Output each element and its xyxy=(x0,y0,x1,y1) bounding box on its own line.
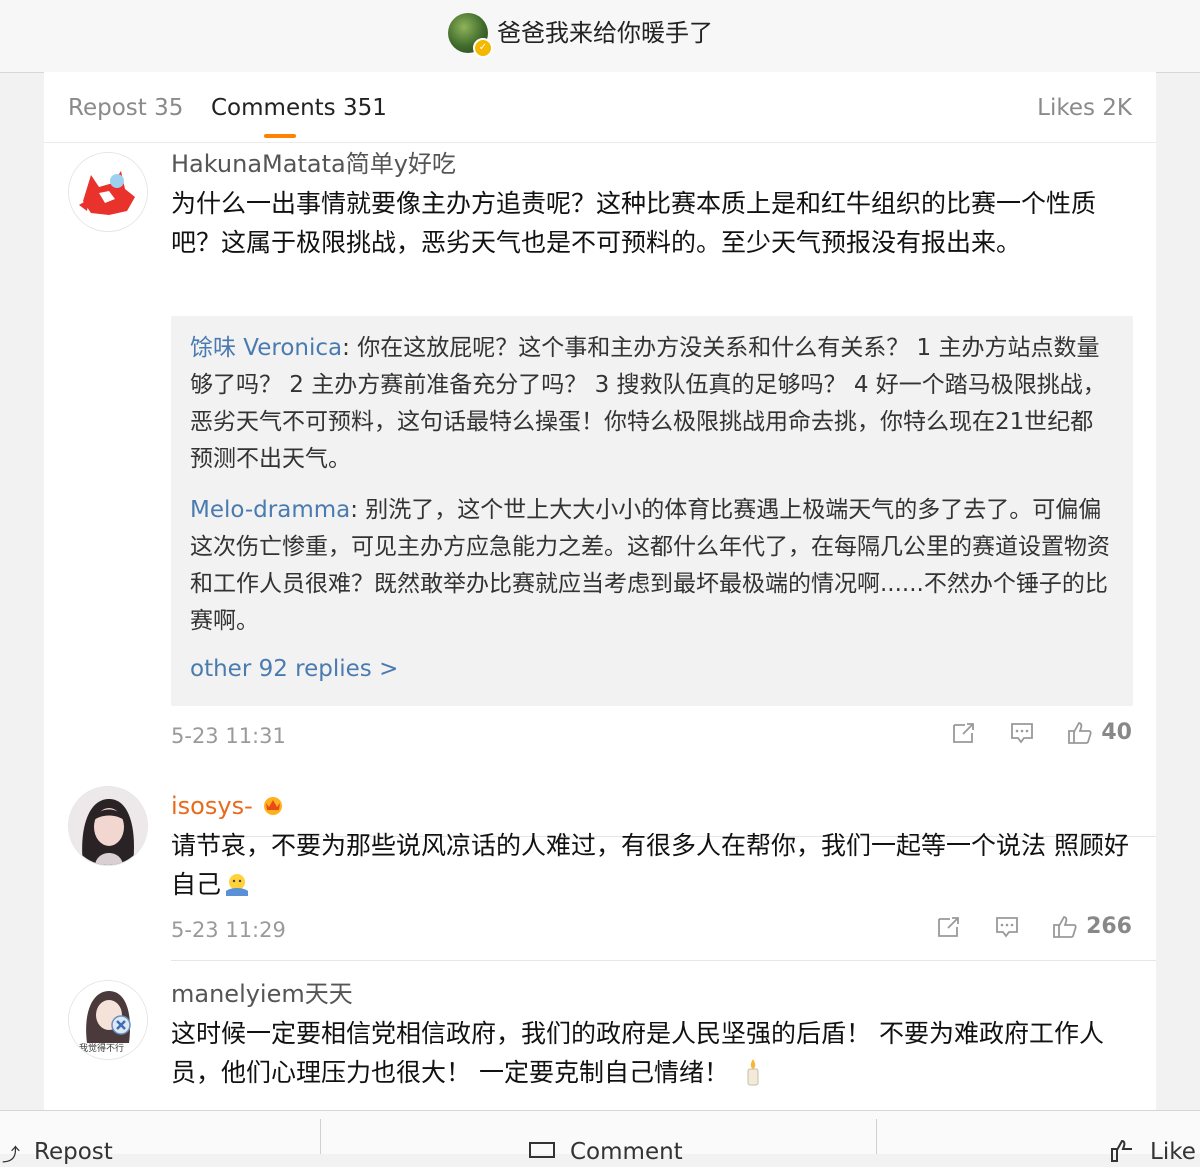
tab-repost[interactable]: Repost 35 xyxy=(68,92,183,124)
thumbs-up-icon[interactable] xyxy=(1110,1139,1138,1163)
repost-icon[interactable] xyxy=(951,721,977,745)
like-count: 266 xyxy=(1086,914,1132,939)
bottom-like-button[interactable]: Like xyxy=(1150,1139,1196,1165)
reply-item: Melo-dramma: 别洗了，这个世上大大小小的体育比赛遇上极端天气的多了去… xyxy=(190,492,1110,640)
bottom-action-bar: ⤴ Repost Comment Like xyxy=(0,1110,1200,1166)
tab-likes[interactable]: Likes 2K xyxy=(1037,92,1132,124)
comment-username[interactable]: HakunaMatata简单y好吃 xyxy=(171,148,456,180)
bottom-comment-button[interactable]: Comment xyxy=(570,1139,683,1165)
comment-item: isosys- 请节哀，不要为那些说风凉话的人难过，有很多人在帮你，我们一起等一… xyxy=(44,778,1156,962)
comment-text: 为什么一出事情就要像主办方追责呢？这种比赛本质上是和红牛组织的比赛一个性质吧？这… xyxy=(171,189,1097,257)
fox-avatar-image xyxy=(69,153,147,231)
bottom-separator xyxy=(320,1119,321,1154)
comment-text-content: 这时候一定要相信党相信政府，我们的政府是人民坚强的后盾！ 不要为难政府工作人员，… xyxy=(171,1019,1104,1087)
bottom-separator xyxy=(876,1119,877,1154)
reply-box: 馀味 Veronica: 你在这放屁呢？这个事和主办方没关系和什么有关系？ 1 … xyxy=(171,316,1133,706)
comment-text-content: 请节哀，不要为那些说风凉话的人难过，有很多人在帮你，我们一起等一个说法 照顾好自… xyxy=(171,831,1129,899)
comment-username[interactable]: manelyiem天天 xyxy=(171,978,353,1010)
candle-emoji-icon xyxy=(747,1059,759,1086)
like-count: 40 xyxy=(1101,720,1132,745)
comment-timestamp: 5-23 11:29 xyxy=(171,918,286,942)
active-tab-indicator xyxy=(264,134,296,138)
reply-username[interactable]: 馀味 Veronica xyxy=(190,335,342,361)
vip-crown-icon xyxy=(264,797,283,815)
tab-comments[interactable]: Comments 351 xyxy=(211,92,387,124)
comment-icon[interactable] xyxy=(528,1141,556,1163)
comment-text: 请节哀，不要为那些说风凉话的人难过，有很多人在帮你，我们一起等一个说法 照顾好自… xyxy=(171,826,1131,904)
avatar[interactable]: 我觉得不行 xyxy=(68,980,148,1060)
thumbs-up-icon[interactable] xyxy=(1052,915,1078,939)
comment-timestamp: 5-23 11:31 xyxy=(171,724,286,748)
comment-username[interactable]: isosys- xyxy=(171,790,286,822)
comment-divider xyxy=(171,960,1156,961)
comment-text: 这时候一定要相信党相信政府，我们的政府是人民坚强的后盾！ 不要为难政府工作人员，… xyxy=(171,1014,1131,1092)
comment-icon[interactable] xyxy=(1009,721,1035,745)
tab-bar: Repost 35 Comments 351 Likes 2K xyxy=(44,72,1156,143)
comments-card: Repost 35 Comments 351 Likes 2K HakunaMa… xyxy=(44,72,1156,1112)
thumbs-up-icon[interactable] xyxy=(1067,721,1093,745)
repost-icon[interactable]: ⤴ xyxy=(2,1141,20,1167)
bottom-repost-button[interactable]: Repost xyxy=(34,1139,113,1165)
avatar[interactable] xyxy=(68,152,148,232)
comment-icon[interactable] xyxy=(994,915,1020,939)
comment-actions: 40 xyxy=(919,720,1132,745)
comment-item: HakunaMatata简单y好吃 为什么一出事情就要像主办方追责呢？这种比赛本… xyxy=(44,142,1156,837)
verified-badge-icon: ✓ xyxy=(473,38,493,58)
avatar[interactable] xyxy=(68,786,148,866)
page-title: 爸爸我来给你暖手了 xyxy=(497,19,713,47)
shrug-emoji-icon xyxy=(226,874,249,896)
comment-item: 我觉得不行 manelyiem天天 这时候一定要相信党相信政府，我们的政府是人民… xyxy=(44,972,1156,1112)
reply-username[interactable]: Melo-dramma xyxy=(190,497,350,523)
reply-item: 馀味 Veronica: 你在这放屁呢？这个事和主办方没关系和什么有关系？ 1 … xyxy=(190,330,1110,478)
comment-actions: 266 xyxy=(904,914,1132,939)
username-text: isosys- xyxy=(171,792,253,820)
avatar-caption: 我觉得不行 xyxy=(79,1044,125,1054)
top-bar: ✓ 爸爸我来给你暖手了 xyxy=(0,0,1200,73)
repost-icon[interactable] xyxy=(936,915,962,939)
girl-avatar-image xyxy=(69,787,147,865)
more-replies-link[interactable]: other 92 replies > xyxy=(190,656,398,682)
